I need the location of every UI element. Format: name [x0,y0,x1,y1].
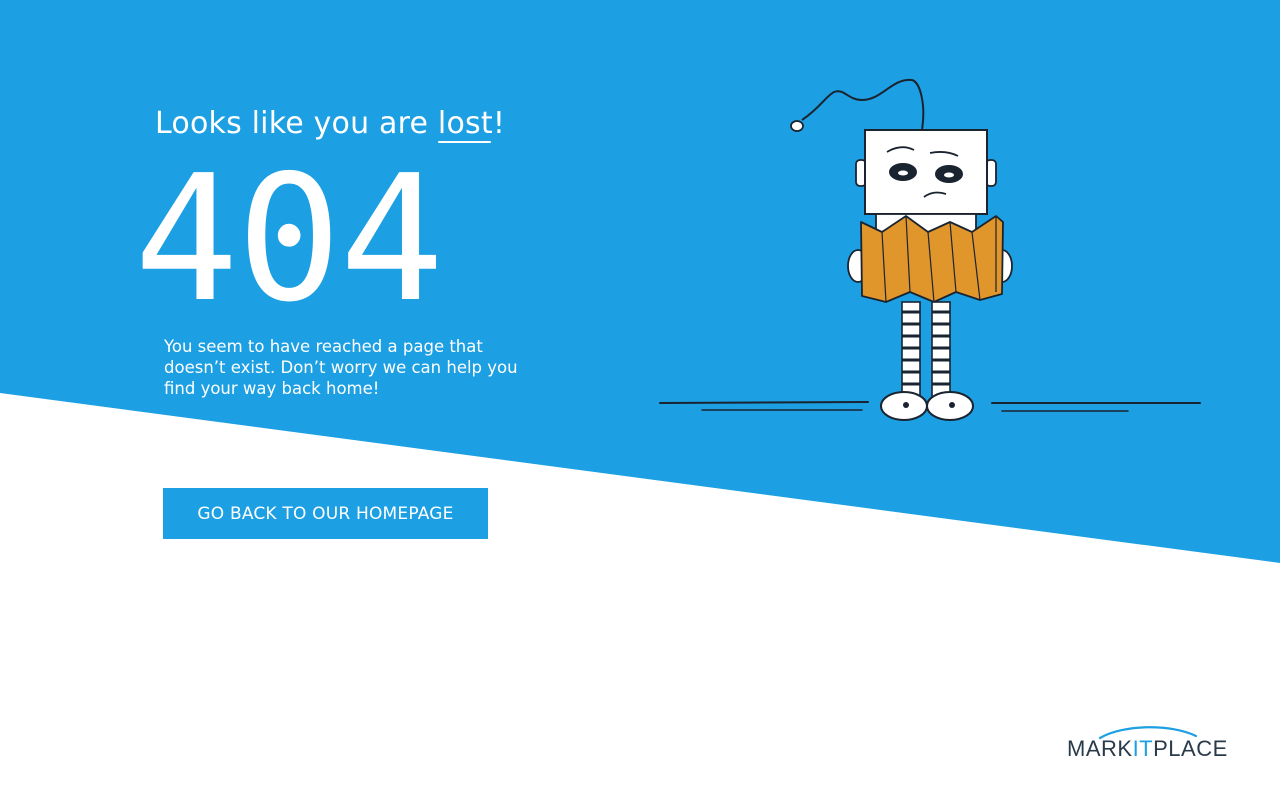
logo-part-it: IT [1132,736,1154,761]
headline-prefix: Looks like you are [155,106,438,141]
robot-legs [901,301,951,399]
markitplace-logo[interactable]: MARKITPLACE [1064,722,1228,768]
logo-wordmark: MARKITPLACE [1067,736,1228,762]
error-message: You seem to have reached a page that doe… [164,337,518,398]
logo-part-mark: MARK [1067,736,1133,761]
not-found-page: Looks like you are lost! 404 You seem to… [0,0,1280,800]
go-back-home-button[interactable]: GO BACK TO OUR HOMEPAGE [163,488,488,539]
headline-emphasis: lost [437,104,493,144]
logo-part-place: PLACE [1153,736,1228,761]
lost-robot-holding-map-icon [659,78,1201,421]
error-code: 404 [134,138,444,341]
headline-suffix: ! [492,106,506,141]
